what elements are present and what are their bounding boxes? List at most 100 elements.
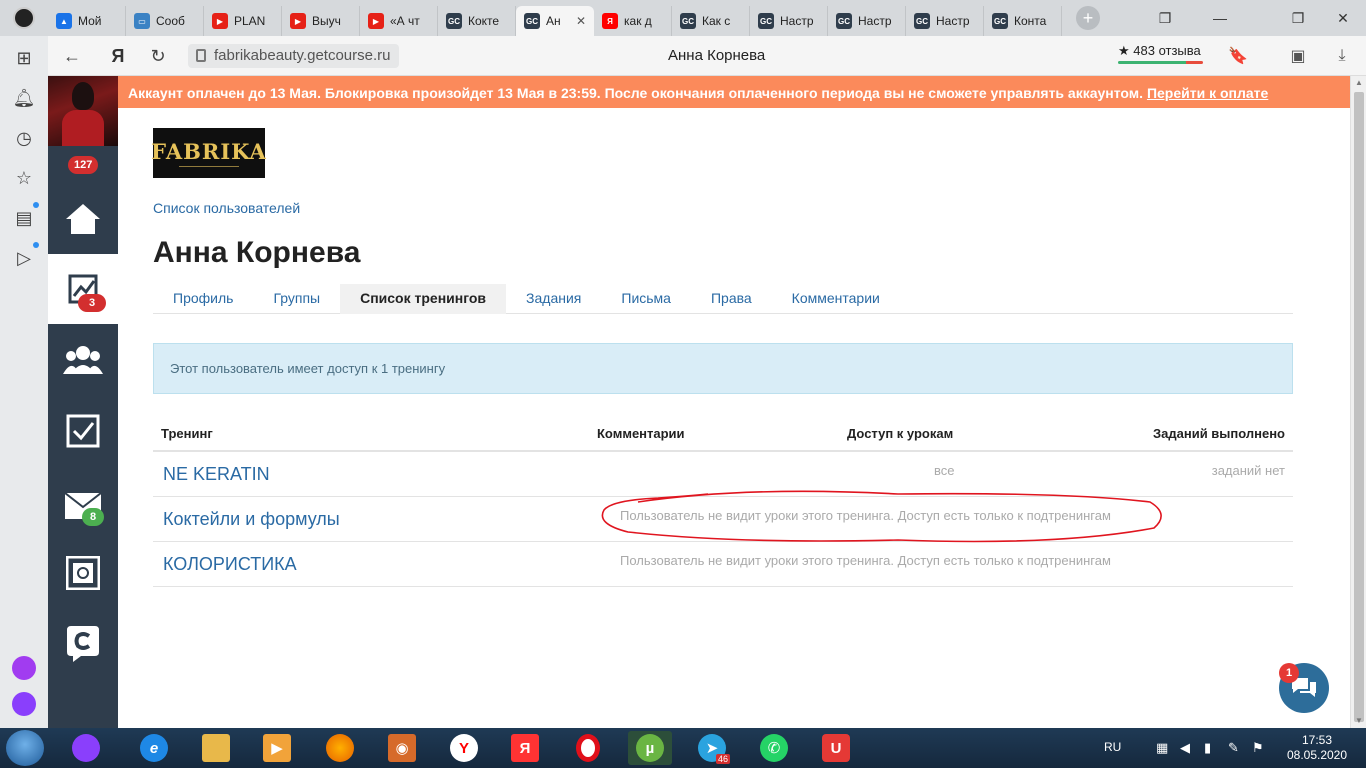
back-button[interactable]: ← (60, 44, 84, 68)
getcourse-menu-item[interactable] (48, 608, 118, 678)
stats-badge: 3 (78, 294, 106, 312)
tab-favicon: Я (602, 13, 618, 29)
reload-button[interactable]: ↻ (146, 44, 170, 68)
tray-flag-icon[interactable]: ⚑ (1252, 740, 1264, 756)
profile-avatar (13, 7, 35, 29)
apps-grid-icon[interactable]: ⊞ (12, 46, 36, 70)
scroll-thumb[interactable] (1354, 92, 1364, 722)
browser-tab[interactable]: Якак д (594, 6, 672, 36)
browser-profile-button[interactable] (0, 0, 48, 36)
notifications-badge[interactable]: 127 (68, 156, 99, 174)
input-language[interactable]: RU (1104, 740, 1121, 754)
taskbar-explorer[interactable] (194, 731, 238, 765)
tabs-menu-icon[interactable]: ❐ (1143, 0, 1187, 36)
taskbar-yandex[interactable]: Y (442, 731, 486, 765)
breadcrumb-users-list[interactable]: Список пользователей (153, 200, 300, 216)
tab-favicon: ▶ (290, 13, 306, 29)
user-tab[interactable]: Права (691, 284, 772, 314)
tab-title: Как с (702, 14, 731, 28)
collections-icon[interactable]: ▤ (12, 206, 36, 230)
home-menu-item[interactable] (48, 184, 118, 254)
new-tab-button[interactable]: + (1076, 6, 1100, 30)
training-name-link[interactable]: КОЛОРИСТИКА (163, 554, 297, 575)
taskbar-shield-app[interactable]: U (814, 731, 858, 765)
page-scrollbar[interactable]: ▲ ▼ (1350, 76, 1366, 728)
training-name-link[interactable]: Коктейли и формулы (163, 509, 340, 530)
taskbar-media[interactable]: ▶ (255, 731, 299, 765)
users-menu-item[interactable] (48, 324, 118, 394)
tab-title: Выуч (312, 14, 341, 28)
video-icon[interactable]: ▷ (12, 246, 36, 270)
taskbar-telegram[interactable]: ➤ 46 (690, 731, 734, 765)
user-tab[interactable]: Группы (253, 284, 340, 314)
taskbar-opera[interactable] (566, 731, 610, 765)
star-icon[interactable]: ☆ (12, 166, 36, 190)
browser-tab[interactable]: GC Настр (828, 6, 906, 36)
browser-tab[interactable]: GC Как с (672, 6, 750, 36)
tab-title: Настр (858, 14, 892, 28)
browser-tab[interactable]: GC Кокте (438, 6, 516, 36)
volume-icon[interactable]: ◀︎ (1180, 740, 1190, 756)
fabrika-logo[interactable]: FABRIKA (151, 128, 266, 178)
taskbar-eye-app[interactable]: ◉ (380, 731, 424, 765)
history-icon[interactable]: ◷ (12, 126, 36, 150)
taskbar-whatsapp[interactable]: ✆ (752, 731, 796, 765)
taskbar-utorrent[interactable]: µ (628, 731, 672, 765)
bookmark-icon[interactable]: 🔖 (1226, 44, 1250, 68)
tab-favicon: GC (758, 13, 774, 29)
system-clock[interactable]: 17:53 08.05.2020 (1286, 733, 1348, 763)
messages-menu-item[interactable] (48, 471, 118, 541)
scroll-up-arrow[interactable]: ▲ (1351, 76, 1366, 90)
bell-icon[interactable]: 🔔︎ (12, 86, 36, 110)
stats-menu-item[interactable] (48, 254, 118, 324)
reviews-widget[interactable]: ★ 483 отзыва (1118, 43, 1203, 64)
browser-tab[interactable]: GC Настр (750, 6, 828, 36)
whatsapp-icon: ✆ (760, 734, 788, 762)
translate-icon[interactable]: ▣ (1286, 44, 1310, 68)
yandex-logo[interactable]: Я (106, 44, 130, 68)
safe-menu-item[interactable] (48, 538, 118, 608)
eye-icon: ◉ (388, 734, 416, 762)
user-avatar[interactable] (48, 76, 118, 146)
header-training: Тренинг (161, 426, 213, 441)
user-tab[interactable]: Список тренингов (340, 284, 507, 314)
browser-tab[interactable]: GC Ан ✕ (516, 6, 594, 36)
browser-tab[interactable]: ▶ Выуч (282, 6, 360, 36)
user-tab[interactable]: Письма (601, 284, 691, 314)
start-button[interactable] (6, 730, 44, 766)
taskbar-firefox[interactable] (318, 731, 362, 765)
minimize-button[interactable]: — (1198, 0, 1242, 36)
tray-device-icon[interactable]: ▦ (1156, 740, 1168, 756)
lesson-access-value: все (934, 463, 955, 478)
pay-link[interactable]: Перейти к оплате (1147, 85, 1268, 101)
browser-tab[interactable]: GC Настр (906, 6, 984, 36)
tasks-menu-item[interactable] (48, 396, 118, 466)
chat-widget-button[interactable]: 1 (1279, 663, 1329, 713)
browser-tab[interactable]: GC Конта (984, 6, 1062, 36)
user-tab[interactable]: Профиль (153, 284, 253, 314)
messenger-icon[interactable] (12, 656, 36, 680)
alice-icon[interactable] (12, 692, 36, 716)
taskbar-ie[interactable]: e (132, 731, 176, 765)
training-name-link[interactable]: NE KERATIN (163, 464, 270, 485)
restore-button[interactable]: ❐ (1276, 0, 1320, 36)
browser-tab[interactable]: ▶ «А чт (360, 6, 438, 36)
scroll-down-arrow[interactable]: ▼ (1351, 714, 1366, 728)
user-tab[interactable]: Задания (506, 284, 601, 314)
user-tab[interactable]: Комментарии (772, 284, 900, 314)
browser-tab[interactable]: ▲ Мой (48, 6, 126, 36)
tray-pen-icon[interactable]: ✎ (1228, 740, 1239, 756)
payment-notice: Аккаунт оплачен до 13 Мая. Блокировка пр… (118, 76, 1350, 108)
taskbar-yandex-search[interactable]: Я (503, 731, 547, 765)
avatar-head (72, 82, 94, 110)
browser-tab[interactable]: ▶ PLAN (204, 6, 282, 36)
network-icon[interactable]: ▮ (1204, 740, 1211, 756)
browser-tab[interactable]: ▭ Сооб (126, 6, 204, 36)
close-window-button[interactable]: ✕ (1321, 0, 1365, 36)
clock-time: 17:53 (1301, 733, 1333, 747)
close-tab-icon[interactable]: ✕ (576, 14, 586, 28)
download-icon[interactable]: ⤓ (1330, 44, 1354, 68)
shield-icon: U (822, 734, 850, 762)
taskbar-alice[interactable] (64, 731, 108, 765)
url-field[interactable]: fabrikabeauty.getcourse.ru (188, 44, 399, 68)
